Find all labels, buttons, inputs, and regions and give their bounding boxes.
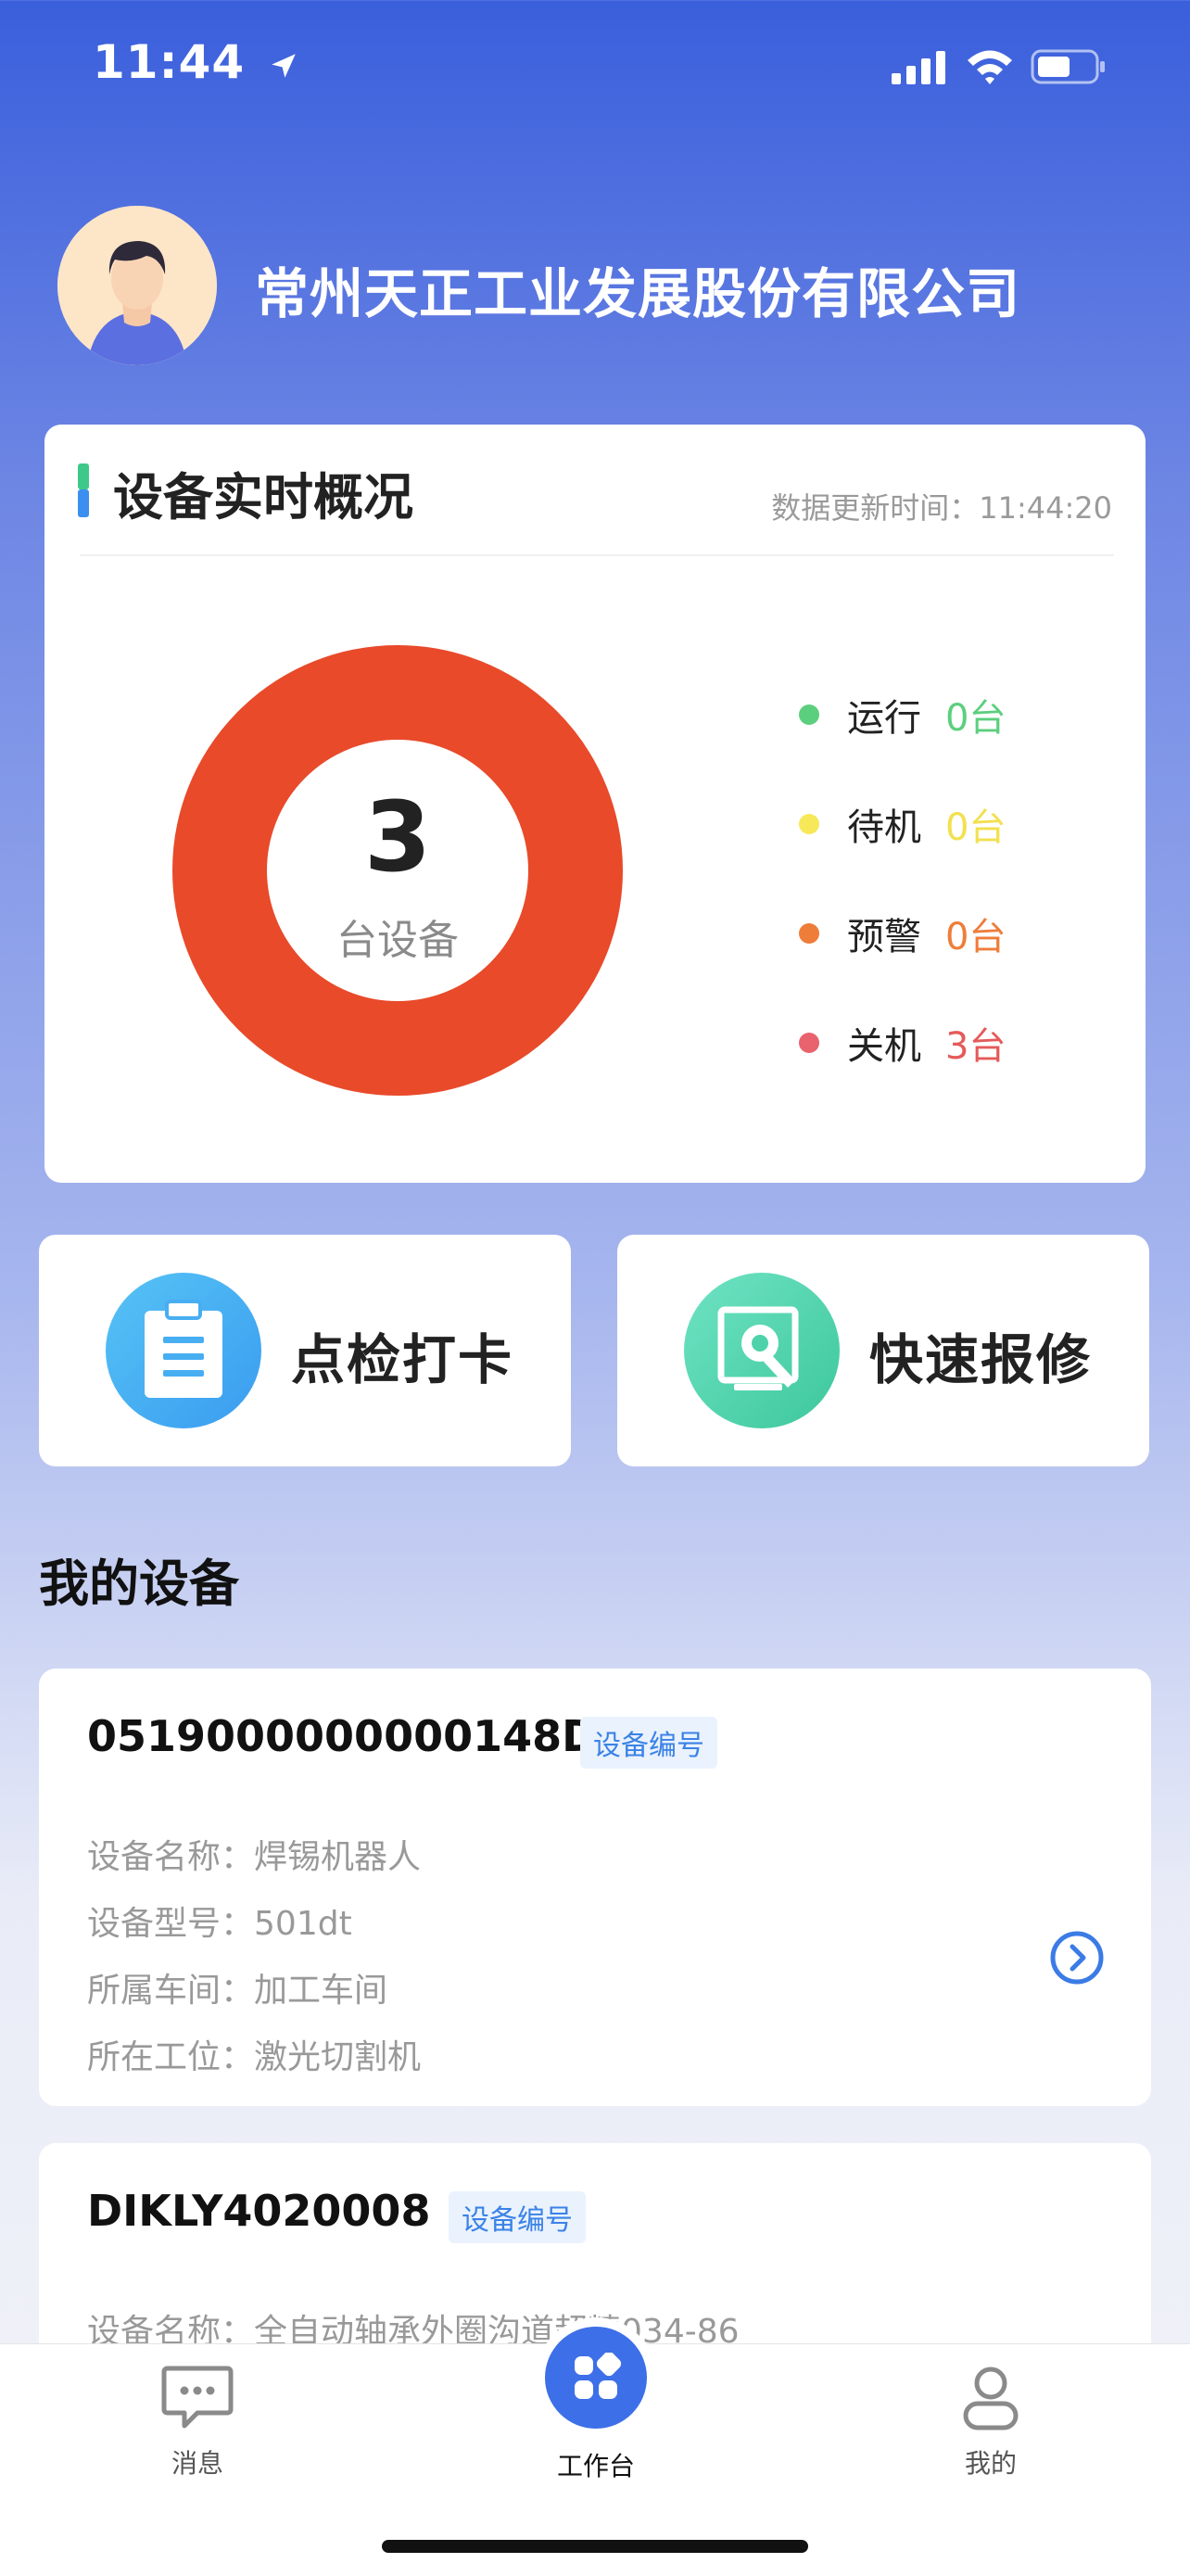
person-icon xyxy=(963,2367,1019,2430)
device-code-tag: 设备编号 xyxy=(449,2191,586,2243)
signal-icon xyxy=(892,51,945,84)
chevron-right-circle-icon[interactable] xyxy=(1049,1930,1105,1986)
clipboard-icon xyxy=(106,1273,261,1428)
quick-repair-label: 快速报修 xyxy=(869,1328,1093,1391)
device-card[interactable]: 0519000000000148D 设备编号 设备名称：焊锡机器人 设备型号：5… xyxy=(39,1669,1151,2106)
divider xyxy=(80,554,1114,556)
tab-mine[interactable]: 我的 xyxy=(923,2363,1058,2481)
status-time: 11:44 xyxy=(93,35,299,89)
device-name-row: 设备名称：焊锡机器人 xyxy=(87,1838,422,1876)
tab-mine-label: 我的 xyxy=(964,2448,1017,2479)
quick-repair-button[interactable]: 快速报修 xyxy=(617,1235,1149,1466)
apps-grid-icon xyxy=(575,2353,621,2399)
legend-label: 预警 xyxy=(847,916,921,958)
device-code-tag: 设备编号 xyxy=(580,1717,717,1769)
tab-messages[interactable]: 消息 xyxy=(130,2363,265,2481)
company-name: 常州天正工业发展股份有限公司 xyxy=(255,262,1021,325)
avatar[interactable] xyxy=(57,206,217,365)
tab-workbench[interactable]: 工作台 xyxy=(526,2446,665,2483)
device-code: 0519000000000148D xyxy=(87,1711,598,1761)
update-time: 数据更新时间：11:44:20 xyxy=(771,490,1112,526)
device-total-unit: 台设备 xyxy=(336,917,459,964)
tab-messages-label: 消息 xyxy=(171,2448,223,2479)
legend-dot xyxy=(799,923,819,944)
device-code: DIKLY4020008 xyxy=(87,2186,431,2236)
legend-dot xyxy=(799,1033,819,1053)
title-accent-bar xyxy=(78,489,89,517)
my-devices-title: 我的设备 xyxy=(39,1554,239,1613)
tab-workbench-label: 工作台 xyxy=(556,2451,635,2481)
check-in-button[interactable]: 点检打卡 xyxy=(39,1235,571,1466)
legend-value: 0台 xyxy=(945,697,1006,740)
legend-value: 0台 xyxy=(945,806,1006,849)
wifi-icon xyxy=(968,50,1012,84)
legend-value: 3台 xyxy=(945,1025,1006,1068)
legend-value: 0台 xyxy=(945,916,1006,958)
device-total: 3 xyxy=(363,780,432,894)
user-avatar-icon xyxy=(57,206,217,365)
legend-running: 运行 0台 xyxy=(799,688,1006,742)
legend-dot xyxy=(799,814,819,834)
wrench-icon xyxy=(684,1273,840,1428)
legend-warning: 预警 0台 xyxy=(799,907,1006,960)
device-model-row: 设备型号：501dt xyxy=(87,1905,352,1943)
legend-dot xyxy=(799,704,819,725)
chat-bubble-icon xyxy=(161,2366,234,2429)
title-accent-bar xyxy=(78,463,89,489)
home-indicator xyxy=(382,2540,808,2553)
legend-off: 关机 3台 xyxy=(799,1016,1006,1070)
check-in-label: 点检打卡 xyxy=(291,1328,514,1391)
battery-icon xyxy=(1031,49,1105,84)
legend-standby: 待机 0台 xyxy=(799,797,1006,851)
overview-title: 设备实时概况 xyxy=(113,468,413,527)
legend-label: 运行 xyxy=(847,697,921,740)
legend-label: 关机 xyxy=(847,1025,921,1068)
status-icons xyxy=(892,48,1107,85)
workbench-center-button[interactable] xyxy=(545,2327,647,2429)
device-workshop-row: 所属车间：加工车间 xyxy=(87,1972,388,2010)
legend-label: 待机 xyxy=(847,806,921,849)
device-station-row: 所在工位：激光切割机 xyxy=(87,2038,422,2076)
location-arrow-icon xyxy=(271,53,296,78)
